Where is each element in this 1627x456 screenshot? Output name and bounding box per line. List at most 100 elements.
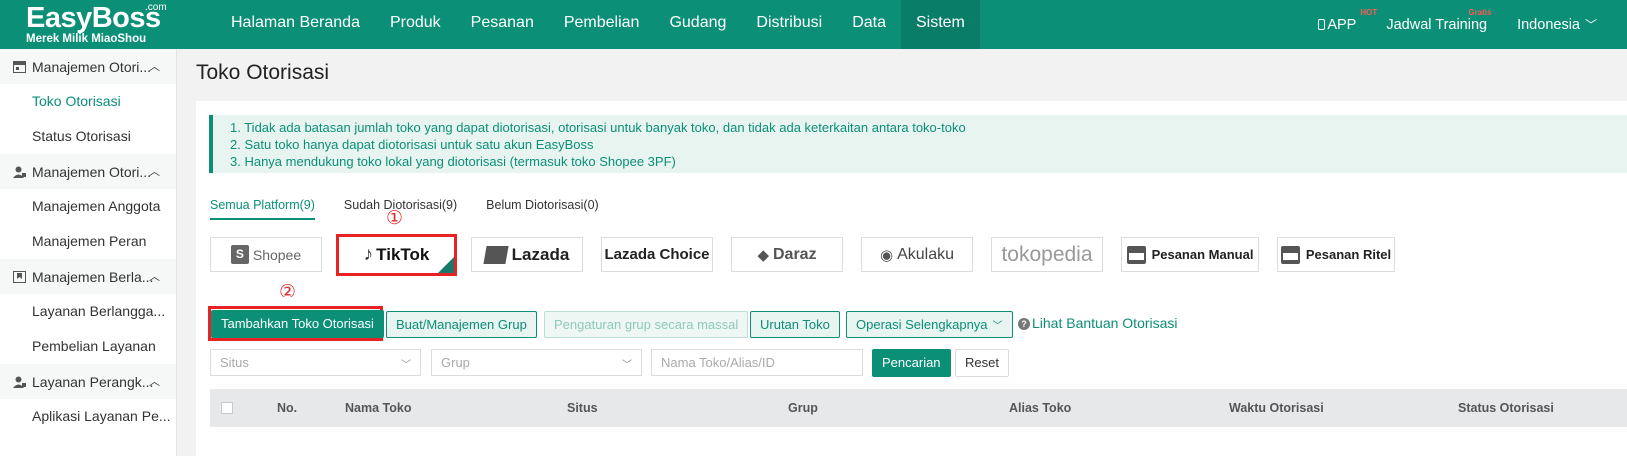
search-button[interactable]: Pencarian xyxy=(872,349,951,377)
shopee-bag-icon: S xyxy=(230,245,249,264)
sidebar-item-status-otorisasi[interactable]: Status Otorisasi xyxy=(0,119,176,154)
sidebar-group-label: Layanan Perangk... xyxy=(32,373,154,390)
notice-line: 2. Satu toko hanya dapat diotorisasi unt… xyxy=(230,137,594,152)
page-title: Toko Otorisasi xyxy=(196,61,330,84)
chevron-up-icon: ︿ xyxy=(149,376,160,388)
sidebar-group-label: Manajemen Otori... xyxy=(32,163,152,180)
platform-label: Shopee xyxy=(252,246,302,263)
hot-badge: HOT xyxy=(1360,7,1378,17)
corner-triangle-icon xyxy=(438,257,454,273)
sidebar-group-subscription[interactable]: Manajemen Berla... ︿ xyxy=(0,259,176,294)
site-select[interactable]: Situs ﹀ xyxy=(210,349,421,376)
training-label: Jadwal Training xyxy=(1386,16,1488,33)
platform-daraz[interactable]: ◆ Daraz xyxy=(731,237,843,272)
question-icon: ? xyxy=(1018,318,1030,330)
sidebar-group-store-auth[interactable]: Manajemen Otori... ︿ xyxy=(0,49,176,84)
bulk-group-settings-button[interactable]: Pengaturan grup secara massal xyxy=(544,311,749,338)
nav-gudang[interactable]: Gudang xyxy=(654,0,741,49)
sidebar-item-pembelian-layanan[interactable]: Pembelian Layanan xyxy=(0,329,176,364)
nav-halaman-beranda[interactable]: Halaman Beranda xyxy=(216,0,375,49)
nav-distribusi[interactable]: Distribusi xyxy=(741,0,837,49)
platform-pesanan-ritel[interactable]: Pesanan Ritel xyxy=(1277,237,1395,272)
platform-label: tokopedia xyxy=(1001,242,1093,266)
main-nav: Halaman Beranda Produk Pesanan Pembelian… xyxy=(216,0,980,49)
nav-produk[interactable]: Produk xyxy=(375,0,456,49)
nav-sistem[interactable]: Sistem xyxy=(900,0,980,49)
site-placeholder: Situs xyxy=(220,355,249,370)
tiktok-note-icon: ♪ xyxy=(363,244,374,265)
chevron-down-icon: ﹀ xyxy=(401,360,411,371)
nav-pembelian[interactable]: Pembelian xyxy=(549,0,655,49)
column-header-alias-toko: Alias Toko xyxy=(1009,401,1072,415)
logo-subtitle: Merek Milik MiaoShou xyxy=(26,33,147,45)
platform-lazada[interactable]: Lazada xyxy=(471,237,583,272)
daraz-icon: ◆ xyxy=(757,246,769,264)
annotation-one: ① xyxy=(386,207,404,229)
column-header-waktu-otorisasi: Waktu Otorisasi xyxy=(1229,401,1324,415)
store-name-input[interactable]: Nama Toko/Alias/ID xyxy=(651,349,863,376)
user-icon xyxy=(13,376,26,388)
gratis-badge: Gratis xyxy=(1468,7,1492,17)
info-notice: 1. Tidak ada batasan jumlah toko yang da… xyxy=(209,115,1627,173)
platform-label: Pesanan Ritel xyxy=(1305,247,1392,262)
language-selector[interactable]: Indonesia ﹀ xyxy=(1517,16,1597,33)
top-navigation-bar: EasyBoss .com Merek Milik MiaoShou Halam… xyxy=(0,0,1627,49)
notice-line: 1. Tidak ada batasan jumlah toko yang da… xyxy=(230,120,966,135)
add-authorized-store-button[interactable]: Tambahkan Toko Otorisasi xyxy=(211,310,384,338)
column-header-status-otorisasi: Status Otorisasi xyxy=(1458,401,1554,415)
platform-label: Lazada xyxy=(511,244,570,264)
store-icon xyxy=(13,60,26,73)
app-label: APP xyxy=(1327,16,1357,33)
platform-label: TikTok xyxy=(376,245,430,264)
sidebar-item-layanan-berlangganan[interactable]: Layanan Berlangga... xyxy=(0,294,176,329)
reset-button[interactable]: Reset xyxy=(955,349,1009,377)
select-all-checkbox[interactable] xyxy=(221,402,233,414)
store-icon xyxy=(1280,245,1300,264)
platform-label: Akulaku xyxy=(897,245,954,263)
bookmark-icon xyxy=(13,270,26,283)
top-right-menu: APP HOT Jadwal Training Gratis Indonesia ﹀ xyxy=(1318,0,1627,49)
platform-akulaku[interactable]: ◉ Akulaku xyxy=(861,237,973,272)
platform-pesanan-manual[interactable]: Pesanan Manual xyxy=(1121,237,1259,272)
sidebar-item-manajemen-peran[interactable]: Manajemen Peran xyxy=(0,224,176,259)
nav-pesanan[interactable]: Pesanan xyxy=(456,0,549,49)
training-link[interactable]: Jadwal Training Gratis xyxy=(1386,8,1491,33)
group-placeholder: Grup xyxy=(441,355,470,370)
nav-data[interactable]: Data xyxy=(837,0,901,49)
platform-lazada-choice[interactable]: Lazada Choice xyxy=(601,237,713,272)
more-operations-button[interactable]: Operasi Selengkapnya ﹀ xyxy=(846,311,1013,338)
sidebar-item-manajemen-anggota[interactable]: Manajemen Anggota xyxy=(0,189,176,224)
sidebar-group-device-services[interactable]: Layanan Perangk... ︿ xyxy=(0,364,176,399)
column-header-no: No. xyxy=(277,401,298,415)
platform-tiktok[interactable]: ♪ TikTok xyxy=(336,234,457,276)
app-link[interactable]: APP HOT xyxy=(1318,8,1377,33)
column-header-situs: Situs xyxy=(567,401,598,415)
logo-domain: .com xyxy=(145,2,167,13)
tab-semua-platform[interactable]: Semua Platform(9) xyxy=(210,198,315,220)
sidebar-item-aplikasi-layanan[interactable]: Aplikasi Layanan Pe... xyxy=(0,399,176,434)
chevron-down-icon: ﹀ xyxy=(622,360,632,371)
platform-tokopedia[interactable]: tokopedia xyxy=(991,237,1103,272)
group-management-button[interactable]: Buat/Manajemen Grup xyxy=(386,311,537,338)
chevron-up-icon: ︿ xyxy=(149,166,160,178)
more-operations-label: Operasi Selengkapnya xyxy=(856,317,988,332)
table-header: No. Nama Toko Situs Grup Alias Toko Wakt… xyxy=(210,389,1627,427)
lazada-box-icon xyxy=(483,245,509,264)
language-label: Indonesia xyxy=(1517,17,1580,33)
store-order-button[interactable]: Urutan Toko xyxy=(750,311,840,338)
easyboss-logo[interactable]: EasyBoss .com Merek Milik MiaoShou xyxy=(24,2,167,47)
sidebar-item-toko-otorisasi[interactable]: Toko Otorisasi xyxy=(0,84,176,119)
column-header-nama-toko: Nama Toko xyxy=(345,401,412,415)
platform-shopee[interactable]: S Shopee xyxy=(210,237,322,272)
main-content: Toko Otorisasi 1. Tidak ada batasan juml… xyxy=(178,49,1627,456)
help-link-label: Lihat Bantuan Otorisasi xyxy=(1032,315,1178,331)
chevron-down-icon: ﹀ xyxy=(992,321,1003,332)
sidebar-group-member-auth[interactable]: Manajemen Otori... ︿ xyxy=(0,154,176,189)
group-select[interactable]: Grup ﹀ xyxy=(431,349,642,376)
sidebar: Manajemen Otori... ︿ Toko Otorisasi Stat… xyxy=(0,49,177,456)
help-link[interactable]: ? Lihat Bantuan Otorisasi xyxy=(1018,315,1178,331)
user-icon xyxy=(13,166,26,178)
tab-belum-diotorisasi[interactable]: Belum Diotorisasi(0) xyxy=(486,198,599,220)
column-header-grup: Grup xyxy=(788,401,818,415)
chevron-up-icon: ︿ xyxy=(149,271,160,283)
